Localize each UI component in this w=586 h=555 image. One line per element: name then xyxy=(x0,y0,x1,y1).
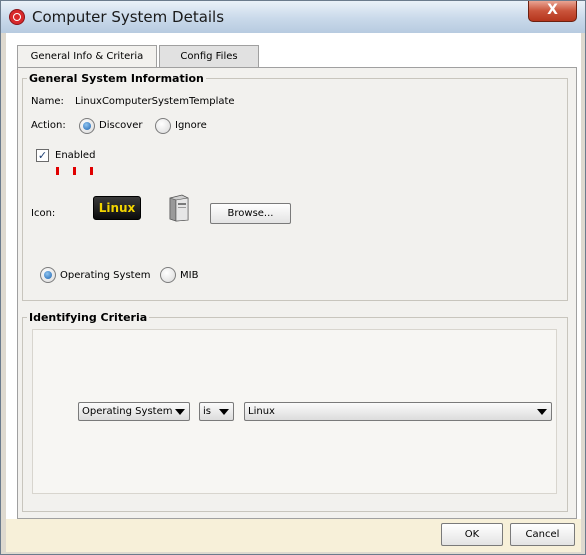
criteria-field-select[interactable]: Operating System xyxy=(78,402,190,421)
computer-system-details-window: Computer System Details X General Info &… xyxy=(0,0,586,555)
criteria-operator-value: is xyxy=(203,406,211,417)
red-tick-mark xyxy=(56,167,59,175)
tab-general-info[interactable]: General Info & Criteria xyxy=(17,45,157,67)
close-button[interactable]: X xyxy=(528,1,577,22)
ignore-label[interactable]: Ignore xyxy=(175,120,207,131)
red-tick-mark xyxy=(73,167,76,175)
general-info-legend: General System Information xyxy=(27,72,206,85)
mib-label[interactable]: MIB xyxy=(180,270,198,281)
cancel-button[interactable]: Cancel xyxy=(510,523,575,546)
operating-system-label[interactable]: Operating System xyxy=(60,270,150,281)
ignore-radio[interactable] xyxy=(155,118,171,134)
identifying-criteria-legend: Identifying Criteria xyxy=(27,311,150,324)
criteria-value-text: Linux xyxy=(248,406,275,417)
criteria-value-select[interactable]: Linux xyxy=(244,402,552,421)
app-icon xyxy=(9,9,25,25)
red-tick-mark xyxy=(90,167,93,175)
action-label: Action: xyxy=(31,120,66,131)
ok-button[interactable]: OK xyxy=(441,523,503,546)
criteria-field-value: Operating System xyxy=(82,406,173,417)
enabled-label[interactable]: Enabled xyxy=(55,150,95,161)
general-info-group xyxy=(22,78,568,301)
criteria-operator-select[interactable]: is xyxy=(199,402,234,421)
linux-logo-icon[interactable]: Linux xyxy=(93,196,141,220)
enabled-checkbox[interactable]: ✓ xyxy=(36,149,49,162)
tab-config-files[interactable]: Config Files xyxy=(159,45,259,67)
name-label: Name: xyxy=(31,96,64,107)
server-tower-icon[interactable] xyxy=(168,194,190,222)
discover-label[interactable]: Discover xyxy=(99,120,143,131)
chevron-down-icon xyxy=(537,409,547,415)
title-bar[interactable]: Computer System Details X xyxy=(1,1,585,33)
chevron-down-icon xyxy=(219,409,229,415)
discover-radio[interactable] xyxy=(79,118,95,134)
chevron-down-icon xyxy=(175,409,185,415)
window-title: Computer System Details xyxy=(32,8,225,26)
name-value: LinuxComputerSystemTemplate xyxy=(75,96,235,107)
mib-radio[interactable] xyxy=(160,267,176,283)
icon-label: Icon: xyxy=(31,208,56,219)
operating-system-radio[interactable] xyxy=(40,267,56,283)
browse-button[interactable]: Browse... xyxy=(210,203,291,224)
